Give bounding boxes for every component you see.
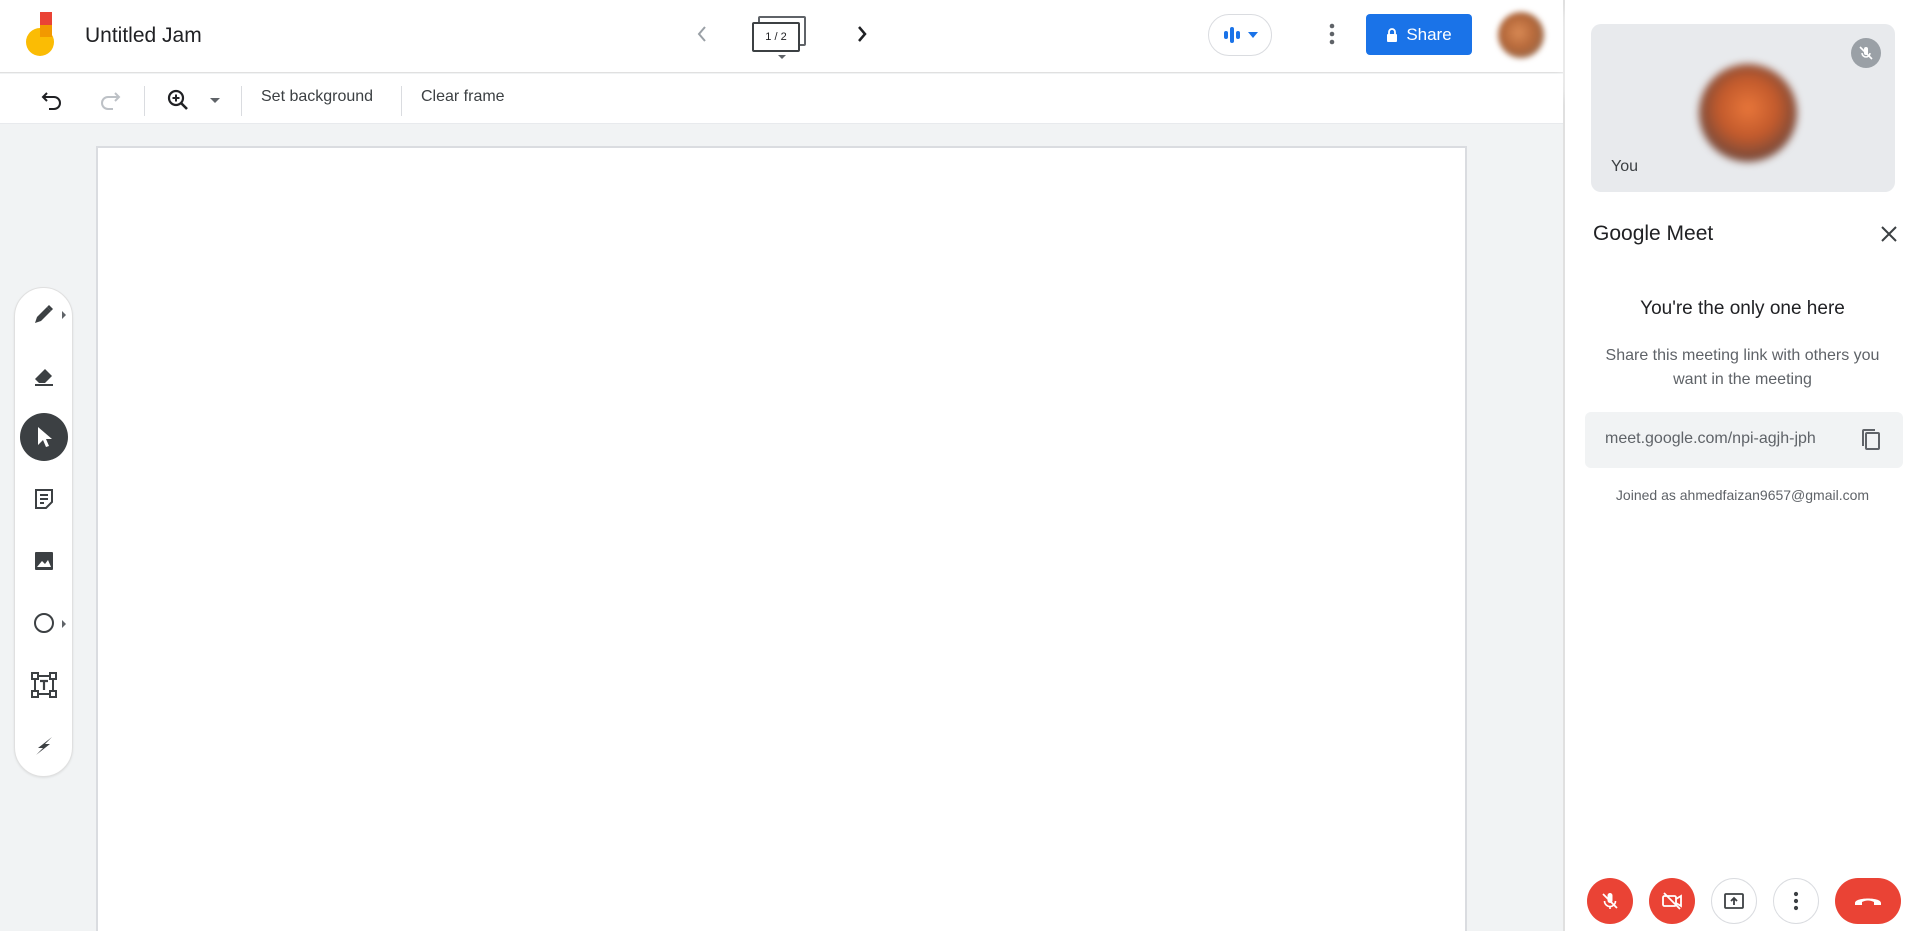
select-tool[interactable] — [20, 413, 68, 461]
laser-tool[interactable] — [20, 722, 68, 770]
eraser-icon — [35, 369, 53, 386]
previous-frame-button[interactable] — [688, 20, 716, 48]
clear-frame-button[interactable]: Clear frame — [421, 88, 505, 106]
joined-as-text: Joined as ahmedfaizan9657@gmail.com — [1615, 487, 1870, 503]
hang-up-icon — [1855, 898, 1881, 905]
redo-icon — [101, 92, 121, 110]
jamboard-area: Untitled Jam 1 / 2 Share Set background … — [0, 0, 1563, 931]
chevron-right-icon — [858, 26, 867, 42]
sticky-note-tool[interactable] — [20, 475, 68, 523]
cursor-icon — [38, 427, 52, 447]
sticky-note-icon — [35, 489, 53, 509]
frame-bar-toggle[interactable]: 1 / 2 — [750, 14, 812, 62]
copy-icon — [1862, 429, 1880, 450]
pen-icon — [35, 305, 53, 323]
share-label: Share — [1406, 24, 1452, 44]
self-name-label: You — [1611, 158, 1638, 175]
present-icon — [1724, 893, 1744, 909]
caret-down-icon — [1248, 32, 1258, 38]
redo-button[interactable] — [96, 86, 124, 114]
chevron-left-icon — [697, 26, 706, 42]
submenu-caret-icon — [62, 311, 66, 319]
meet-panel: You Google Meet You're the only one here… — [1563, 0, 1918, 931]
text-box-icon — [31, 672, 57, 698]
set-background-button[interactable]: Set background — [261, 88, 373, 106]
present-screen-button[interactable] — [1711, 878, 1757, 924]
mic-toggle-button[interactable] — [1587, 878, 1633, 924]
camera-toggle-button[interactable] — [1649, 878, 1695, 924]
toolbar-divider — [241, 86, 242, 116]
shape-tool[interactable] — [20, 599, 68, 647]
self-video-tile: You — [1591, 24, 1895, 192]
alone-heading: You're the only one here — [1640, 298, 1845, 319]
meeting-link-box: meet.google.com/npi-agjh-jph — [1585, 412, 1903, 468]
undo-button[interactable] — [38, 86, 66, 114]
eraser-tool[interactable] — [20, 352, 68, 400]
muted-mic-icon — [1851, 38, 1881, 68]
self-avatar — [1699, 64, 1797, 162]
camera-off-icon — [1662, 892, 1682, 910]
frame-counter: 1 / 2 — [752, 22, 800, 52]
tool-rail — [14, 287, 73, 777]
copy-link-button[interactable] — [1857, 426, 1885, 454]
image-tool[interactable] — [20, 537, 68, 585]
close-icon — [1881, 226, 1897, 242]
text-box-tool[interactable] — [20, 661, 68, 709]
image-icon — [35, 552, 53, 570]
more-call-options-button[interactable] — [1773, 878, 1819, 924]
leave-call-button[interactable] — [1835, 878, 1901, 924]
more-vert-icon — [1793, 891, 1799, 911]
share-instructions: Share this meeting link with others you … — [1605, 347, 1880, 388]
pen-tool[interactable] — [20, 290, 68, 338]
meet-audio-menu-button[interactable] — [1208, 14, 1272, 56]
mic-off-icon — [1602, 893, 1618, 909]
zoom-caret-down-icon[interactable] — [210, 98, 220, 103]
jamboard-logo-icon — [26, 12, 54, 56]
lock-icon — [1387, 27, 1398, 42]
zoom-button[interactable] — [164, 86, 192, 114]
toolbar-divider — [144, 86, 145, 116]
top-bar: Untitled Jam 1 / 2 Share — [0, 0, 1563, 73]
more-vert-icon — [1329, 23, 1335, 45]
share-button[interactable]: Share — [1366, 14, 1472, 55]
close-panel-button[interactable] — [1875, 220, 1903, 248]
whiteboard-canvas[interactable] — [96, 146, 1467, 931]
audio-bars-icon — [1224, 27, 1240, 43]
submenu-caret-icon — [62, 620, 66, 628]
panel-title: Google Meet — [1593, 222, 1714, 245]
document-title[interactable]: Untitled Jam — [85, 24, 202, 48]
more-options-button[interactable] — [1318, 20, 1346, 48]
account-avatar[interactable] — [1498, 12, 1544, 58]
caret-down-icon — [778, 55, 786, 59]
edit-toolbar: Set background Clear frame — [0, 74, 1563, 124]
toolbar-divider — [401, 86, 402, 116]
meeting-link[interactable]: meet.google.com/npi-agjh-jph — [1605, 430, 1816, 448]
circle-icon — [34, 613, 54, 633]
laser-icon — [36, 737, 52, 755]
undo-icon — [41, 92, 61, 110]
zoom-in-icon — [167, 89, 188, 110]
next-frame-button[interactable] — [848, 20, 876, 48]
